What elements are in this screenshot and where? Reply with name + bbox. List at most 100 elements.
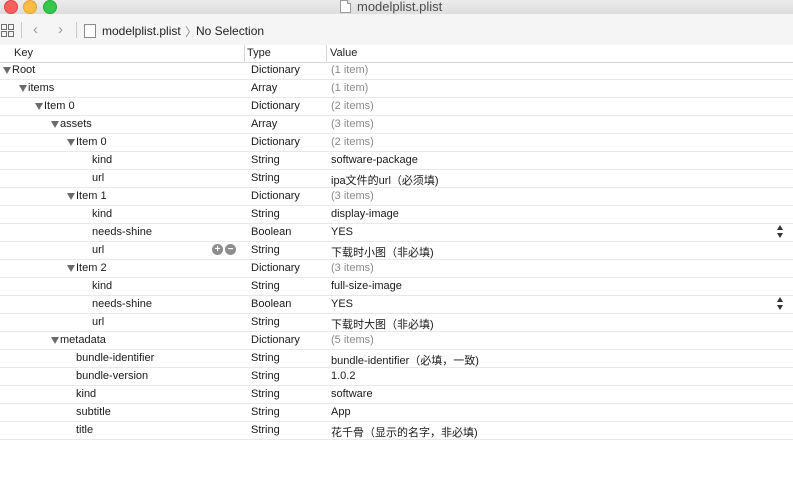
disclosure-triangle-icon[interactable]: [19, 85, 27, 92]
header-key[interactable]: Key: [14, 47, 33, 59]
back-button[interactable]: ‹: [33, 22, 38, 38]
row-key[interactable]: items: [19, 82, 54, 94]
row-value[interactable]: display-image: [331, 208, 399, 220]
row-type[interactable]: Dictionary: [251, 100, 300, 112]
add-row-icon[interactable]: +: [212, 244, 223, 255]
row-value[interactable]: bundle-identifier（必填，一致): [331, 352, 479, 368]
disclosure-triangle-icon[interactable]: [67, 265, 75, 272]
row-key[interactable]: bundle-identifier: [67, 352, 154, 364]
table-row[interactable]: Root Dictionary (1 item): [0, 62, 793, 80]
row-key[interactable]: Item 0: [67, 136, 107, 148]
header-value[interactable]: Value: [330, 47, 357, 59]
row-key[interactable]: assets: [51, 118, 92, 130]
table-row[interactable]: metadata Dictionary (5 items): [0, 332, 793, 350]
row-type[interactable]: Array: [251, 82, 277, 94]
table-row[interactable]: needs-shine Boolean YES: [0, 296, 793, 314]
table-row[interactable]: title String 花千骨（显示的名字，非必填): [0, 422, 793, 440]
row-key[interactable]: kind: [83, 154, 112, 166]
row-key[interactable]: url: [83, 316, 104, 328]
row-type[interactable]: String: [251, 424, 280, 436]
table-row[interactable]: subtitle String App: [0, 404, 793, 422]
breadcrumb-file[interactable]: modelplist.plist: [102, 24, 181, 38]
row-key[interactable]: Item 0: [35, 100, 75, 112]
table-row[interactable]: url + − String 下载时小图（非必填): [0, 242, 793, 260]
row-type[interactable]: String: [251, 154, 280, 166]
row-key[interactable]: subtitle: [67, 406, 111, 418]
row-key[interactable]: kind: [83, 208, 112, 220]
table-row[interactable]: url String 下载时大图（非必填): [0, 314, 793, 332]
row-type[interactable]: String: [251, 388, 280, 400]
row-type[interactable]: Dictionary: [251, 64, 300, 76]
row-value[interactable]: ipa文件的url（必须填): [331, 172, 439, 188]
row-type[interactable]: String: [251, 370, 280, 382]
row-type[interactable]: String: [251, 352, 280, 364]
row-key[interactable]: needs-shine: [83, 226, 152, 238]
table-row[interactable]: items Array (1 item): [0, 80, 793, 98]
disclosure-triangle-icon[interactable]: [67, 193, 75, 200]
table-row[interactable]: bundle-version String 1.0.2: [0, 368, 793, 386]
remove-row-icon[interactable]: −: [225, 244, 236, 255]
row-key[interactable]: title: [67, 424, 93, 436]
row-type[interactable]: Array: [251, 118, 277, 130]
row-type[interactable]: Dictionary: [251, 136, 300, 148]
table-row[interactable]: Item 0 Dictionary (2 items): [0, 98, 793, 116]
row-key[interactable]: kind: [83, 280, 112, 292]
row-key[interactable]: Item 1: [67, 190, 107, 202]
row-value[interactable]: App: [331, 406, 351, 418]
row-key[interactable]: bundle-version: [67, 370, 148, 382]
row-type[interactable]: Boolean: [251, 226, 291, 238]
row-value[interactable]: 下载时大图（非必填): [331, 316, 434, 332]
table-row[interactable]: bundle-identifier String bundle-identifier…: [0, 350, 793, 368]
disclosure-triangle-icon[interactable]: [51, 337, 59, 344]
row-value[interactable]: 1.0.2: [331, 370, 355, 382]
table-row[interactable]: Item 0 Dictionary (2 items): [0, 134, 793, 152]
table-row[interactable]: needs-shine Boolean YES: [0, 224, 793, 242]
row-key[interactable]: Root: [3, 64, 35, 76]
row-key[interactable]: url: [83, 172, 104, 184]
column-divider[interactable]: [326, 45, 327, 62]
row-type[interactable]: Dictionary: [251, 190, 300, 202]
row-type[interactable]: Dictionary: [251, 262, 300, 274]
row-value[interactable]: YES: [331, 298, 353, 310]
row-value[interactable]: software-package: [331, 154, 418, 166]
row-value[interactable]: software: [331, 388, 373, 400]
zoom-window-button[interactable]: [43, 0, 57, 14]
row-type[interactable]: Boolean: [251, 298, 291, 310]
boolean-popup-stepper-icon[interactable]: [777, 225, 785, 239]
close-window-button[interactable]: [4, 0, 18, 14]
disclosure-triangle-icon[interactable]: [51, 121, 59, 128]
forward-button[interactable]: ›: [58, 22, 63, 38]
related-items-grid-icon[interactable]: [1, 24, 14, 37]
header-type[interactable]: Type: [247, 47, 271, 59]
row-value[interactable]: YES: [331, 226, 353, 238]
row-key[interactable]: url: [83, 244, 104, 256]
table-row[interactable]: url String ipa文件的url（必须填): [0, 170, 793, 188]
row-value[interactable]: 下载时小图（非必填): [331, 244, 434, 260]
boolean-popup-stepper-icon[interactable]: [777, 297, 785, 311]
table-row[interactable]: kind String display-image: [0, 206, 793, 224]
table-row[interactable]: kind String full-size-image: [0, 278, 793, 296]
row-key[interactable]: kind: [67, 388, 96, 400]
row-type[interactable]: String: [251, 208, 280, 220]
row-type[interactable]: Dictionary: [251, 334, 300, 346]
row-type[interactable]: String: [251, 172, 280, 184]
row-type[interactable]: String: [251, 280, 280, 292]
disclosure-triangle-icon[interactable]: [67, 139, 75, 146]
row-key[interactable]: Item 2: [67, 262, 107, 274]
row-value[interactable]: 花千骨（显示的名字，非必填): [331, 424, 478, 440]
row-value[interactable]: full-size-image: [331, 280, 402, 292]
row-type[interactable]: String: [251, 316, 280, 328]
minimize-window-button[interactable]: [23, 0, 37, 14]
column-divider[interactable]: [244, 45, 245, 62]
row-key[interactable]: needs-shine: [83, 298, 152, 310]
breadcrumb-selection[interactable]: No Selection: [196, 24, 264, 38]
row-type[interactable]: String: [251, 244, 280, 256]
table-row[interactable]: assets Array (3 items): [0, 116, 793, 134]
disclosure-triangle-icon[interactable]: [3, 67, 11, 74]
table-row[interactable]: Item 2 Dictionary (3 items): [0, 260, 793, 278]
table-row[interactable]: kind String software: [0, 386, 793, 404]
table-row[interactable]: Item 1 Dictionary (3 items): [0, 188, 793, 206]
row-type[interactable]: String: [251, 406, 280, 418]
table-row[interactable]: kind String software-package: [0, 152, 793, 170]
row-key[interactable]: metadata: [51, 334, 106, 346]
